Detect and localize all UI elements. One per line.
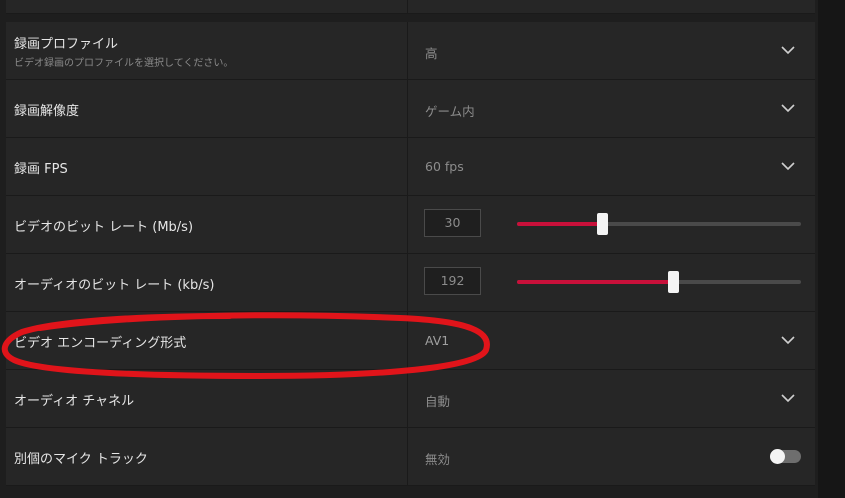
setting-row-separate-mic-track: 別個のマイク トラック 無効 (6, 428, 815, 486)
slider-fill (517, 280, 674, 284)
settings-list: 録画プロファイル ビデオ録画のプロファイルを選択してください。 高 録画解像度 … (6, 22, 815, 486)
slider-thumb[interactable] (597, 213, 609, 235)
setting-label-cell: 別個のマイク トラック (6, 428, 408, 485)
slider-fill (517, 222, 603, 226)
chevron-down-icon[interactable] (780, 390, 796, 406)
setting-row-video-bitrate: ビデオのビット レート (Mb/s) 30 (6, 196, 815, 254)
setting-label-cell: オーディオのビット レート (kb/s) (6, 254, 408, 311)
audio-bitrate-slider[interactable] (517, 271, 801, 293)
scroll-gutter (818, 0, 845, 498)
setting-label: オーディオ チャネル (14, 394, 135, 409)
setting-label: ビデオ エンコーディング形式 (14, 336, 187, 351)
separate-mic-track-toggle[interactable] (770, 449, 801, 464)
chevron-down-icon[interactable] (780, 332, 796, 348)
chevron-down-icon[interactable] (780, 158, 796, 174)
setting-label-cell: ビデオのビット レート (Mb/s) (6, 196, 408, 253)
setting-row-video-encoding-format: ビデオ エンコーディング形式 AV1 (6, 312, 815, 370)
audio-channel-dropdown-value[interactable]: 自動 (425, 391, 450, 410)
setting-label-cell: 録画 FPS (6, 138, 408, 195)
setting-description: ビデオ録画のプロファイルを選択してください。 (14, 58, 234, 69)
slider-thumb[interactable] (668, 271, 680, 293)
setting-row-recording-resolution: 録画解像度 ゲーム内 (6, 80, 815, 138)
chevron-down-icon[interactable] (780, 42, 796, 58)
setting-row-recording-fps: 録画 FPS 60 fps (6, 138, 815, 196)
setting-label: ビデオのビット レート (Mb/s) (14, 220, 194, 235)
setting-label-cell: ビデオ エンコーディング形式 (6, 312, 408, 369)
previous-setting-row (6, 0, 815, 14)
setting-label-cell: オーディオ チャネル (6, 370, 408, 427)
separate-mic-track-status: 無効 (425, 452, 451, 467)
video-bitrate-input[interactable]: 30 (424, 209, 481, 237)
recording-profile-dropdown-value[interactable]: 高 (425, 43, 438, 62)
video-bitrate-slider[interactable] (517, 213, 801, 235)
chevron-down-icon[interactable] (780, 100, 796, 116)
video-encoding-dropdown-value[interactable]: AV1 (425, 333, 449, 348)
recording-fps-dropdown-value[interactable]: 60 fps (425, 159, 464, 174)
setting-row-audio-channel: オーディオ チャネル 自動 (6, 370, 815, 428)
recording-resolution-dropdown-value[interactable]: ゲーム内 (425, 101, 475, 120)
setting-label-cell: 録画解像度 (6, 80, 408, 137)
setting-label: 録画プロファイル (14, 37, 119, 52)
setting-label: オーディオのビット レート (kb/s) (14, 278, 215, 293)
settings-window: 録画プロファイル ビデオ録画のプロファイルを選択してください。 高 録画解像度 … (0, 0, 845, 498)
setting-row-audio-bitrate: オーディオのビット レート (kb/s) 192 (6, 254, 815, 312)
toggle-knob[interactable] (770, 449, 785, 464)
setting-label: 別個のマイク トラック (14, 452, 148, 467)
audio-bitrate-input[interactable]: 192 (424, 267, 481, 295)
setting-label: 録画 FPS (14, 162, 68, 177)
setting-row-recording-profile: 録画プロファイル ビデオ録画のプロファイルを選択してください。 高 (6, 22, 815, 80)
setting-label-cell: 録画プロファイル ビデオ録画のプロファイルを選択してください。 (6, 22, 408, 79)
setting-label: 録画解像度 (14, 104, 80, 119)
